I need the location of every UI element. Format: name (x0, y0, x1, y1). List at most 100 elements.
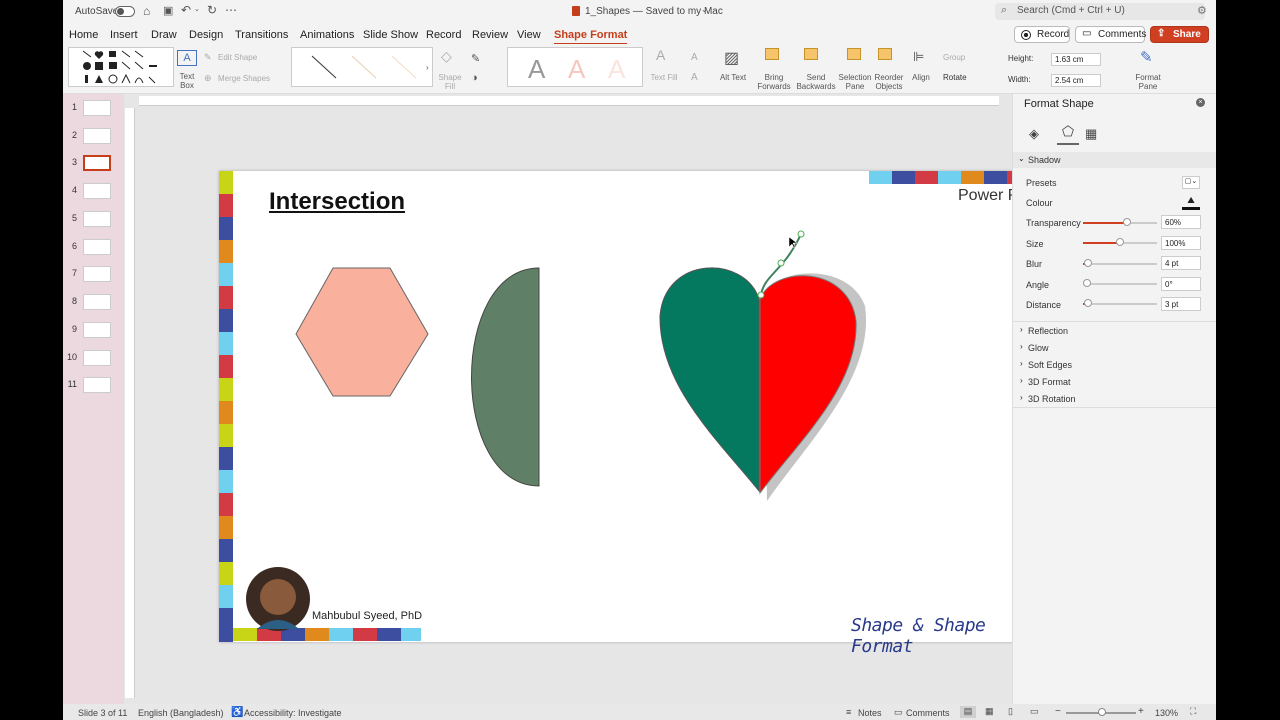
text-box-label[interactable]: Text Box (175, 72, 199, 90)
slide-thumbnail-4[interactable] (83, 183, 111, 199)
send-backwards-icon[interactable] (804, 48, 818, 60)
slide-title[interactable]: Intersection (269, 188, 405, 216)
presets-dropdown[interactable]: ▢⌄ (1182, 176, 1200, 189)
bring-forwards-label[interactable]: Bring Forwards (757, 73, 791, 91)
shape-outline-icon[interactable]: ✎ (471, 52, 480, 65)
blur-input[interactable]: 4 pt (1161, 256, 1201, 270)
normal-view-icon[interactable]: ▤ (960, 706, 976, 718)
tab-insert[interactable]: Insert (110, 29, 138, 41)
soft-edges-section[interactable]: › Soft Edges (1013, 357, 1216, 373)
slide-thumbnail-3-selected[interactable] (83, 155, 111, 171)
slide-canvas[interactable]: Intersection Power Point Mahbubul Syeed,… (124, 94, 1056, 704)
shape-effects-icon[interactable]: ◑ (471, 72, 478, 84)
search-input[interactable]: ⌕ Search (Cmd + Ctrl + U) (995, 3, 1205, 20)
tab-animations[interactable]: Animations (300, 29, 354, 41)
fill-line-icon[interactable]: ◈ (1029, 126, 1039, 142)
undo-icon[interactable]: ↶ (181, 3, 191, 17)
slide-thumbnail-1[interactable] (83, 100, 111, 116)
angle-thumb[interactable] (1083, 279, 1091, 287)
autosave-toggle[interactable] (115, 6, 135, 17)
tab-home[interactable]: Home (69, 29, 98, 41)
more-icon[interactable]: ⋯ (225, 3, 237, 17)
selection-pane-label[interactable]: Selection Pane (837, 73, 873, 91)
home-icon[interactable]: ⌂ (143, 4, 150, 18)
zoom-out-icon[interactable]: − (1055, 706, 1061, 717)
slideshow-icon[interactable]: ▭ (1030, 706, 1039, 717)
tab-design[interactable]: Design (189, 29, 223, 41)
angle-input[interactable]: 0° (1161, 277, 1201, 291)
reorder-objects-icon[interactable] (878, 48, 892, 60)
comments-status-button[interactable]: Comments (906, 708, 950, 718)
chevron-down-icon[interactable]: ⌄ (701, 5, 708, 14)
distance-thumb[interactable] (1084, 299, 1092, 307)
distance-input[interactable]: 3 pt (1161, 297, 1201, 311)
slide-thumbnail-5[interactable] (83, 211, 111, 227)
accessibility-status[interactable]: Accessibility: Investigate (244, 708, 342, 718)
tab-transitions[interactable]: Transitions (235, 29, 288, 41)
fit-to-window-icon[interactable]: ⛶ (1190, 706, 1196, 717)
effects-icon[interactable]: ⬠ (1057, 123, 1079, 145)
slide-thumbnail-7[interactable] (83, 266, 111, 282)
comments-button[interactable]: ▭ Comments (1075, 26, 1146, 43)
transparency-thumb[interactable] (1123, 218, 1131, 226)
size-input[interactable]: 100% (1161, 236, 1201, 250)
slide-sorter-icon[interactable]: ▦ (985, 706, 994, 717)
undo-dropdown-icon[interactable]: ⌄ (194, 5, 200, 13)
tab-draw[interactable]: Draw (151, 29, 177, 41)
settings-icon[interactable]: ⚙ (1197, 4, 1207, 17)
tab-slide-show[interactable]: Slide Show (363, 29, 418, 41)
bring-forwards-icon[interactable] (765, 48, 779, 60)
notes-button[interactable]: Notes (858, 708, 882, 718)
zoom-slider-thumb[interactable] (1098, 708, 1106, 716)
shape-styles-gallery[interactable]: › (291, 47, 433, 87)
blur-thumb[interactable] (1084, 259, 1092, 267)
slide-thumbnail-2[interactable] (83, 128, 111, 144)
glow-section[interactable]: › Glow (1013, 340, 1216, 356)
text-outline-icon[interactable]: A (691, 52, 698, 63)
align-icon[interactable]: ⊫ (913, 49, 924, 65)
share-button[interactable]: ⇪ Share (1150, 26, 1209, 43)
selection-pane-icon[interactable] (847, 48, 861, 60)
slide-thumbnail-11[interactable] (83, 377, 111, 393)
reading-view-icon[interactable]: ▯ (1008, 706, 1013, 717)
shape-fill-icon[interactable]: ◇ (441, 48, 452, 65)
group-button[interactable]: Group (943, 53, 965, 62)
3d-format-section[interactable]: › 3D Format (1013, 374, 1216, 390)
transparency-input[interactable]: 60% (1161, 215, 1201, 229)
format-pane-icon[interactable]: ✎ (1140, 48, 1153, 66)
shapes-gallery[interactable] (68, 47, 174, 87)
height-input[interactable]: 1.63 cm (1051, 53, 1101, 66)
language-indicator[interactable]: English (Bangladesh) (138, 708, 224, 718)
angle-slider[interactable] (1083, 283, 1157, 285)
tab-record[interactable]: Record (426, 29, 461, 41)
text-effects-icon[interactable]: A (691, 72, 698, 83)
alt-text-icon[interactable]: ▨ (724, 48, 739, 68)
slide-thumbnail-10[interactable] (83, 350, 111, 366)
text-box-icon[interactable]: A (177, 50, 197, 66)
edit-shape-button[interactable]: Edit Shape (218, 53, 257, 62)
width-input[interactable]: 2.54 cm (1051, 74, 1101, 87)
slide-thumbnail-6[interactable] (83, 239, 111, 255)
colour-picker[interactable]: ⛰ (1182, 195, 1200, 210)
text-fill-icon[interactable]: A (656, 47, 665, 63)
redo-icon[interactable]: ↻ (207, 3, 217, 17)
size-properties-icon[interactable]: ▦ (1085, 126, 1097, 142)
size-thumb[interactable] (1116, 238, 1124, 246)
send-backwards-label[interactable]: Send Backwards (796, 73, 836, 91)
3d-rotation-section[interactable]: › 3D Rotation (1013, 391, 1216, 407)
reflection-section[interactable]: › Reflection (1013, 323, 1216, 339)
tab-shape-format[interactable]: Shape Format (554, 29, 628, 45)
rotate-button[interactable]: Rotate (943, 73, 967, 82)
slide[interactable]: Intersection Power Point Mahbubul Syeed,… (219, 171, 1056, 657)
close-icon[interactable]: × (1196, 98, 1205, 107)
author-name[interactable]: Mahbubul Syeed, PhD (312, 610, 422, 622)
wordart-gallery[interactable]: A A A (507, 47, 643, 87)
tab-review[interactable]: Review (472, 29, 508, 41)
record-button[interactable]: Record (1014, 26, 1070, 43)
tab-view[interactable]: View (517, 29, 541, 41)
zoom-level[interactable]: 130% (1155, 708, 1178, 718)
blur-slider[interactable] (1083, 263, 1157, 265)
slide-thumbnail-9[interactable] (83, 322, 111, 338)
shadow-section-header[interactable]: ⌄ Shadow (1013, 152, 1216, 168)
transparency-slider[interactable] (1083, 222, 1157, 224)
